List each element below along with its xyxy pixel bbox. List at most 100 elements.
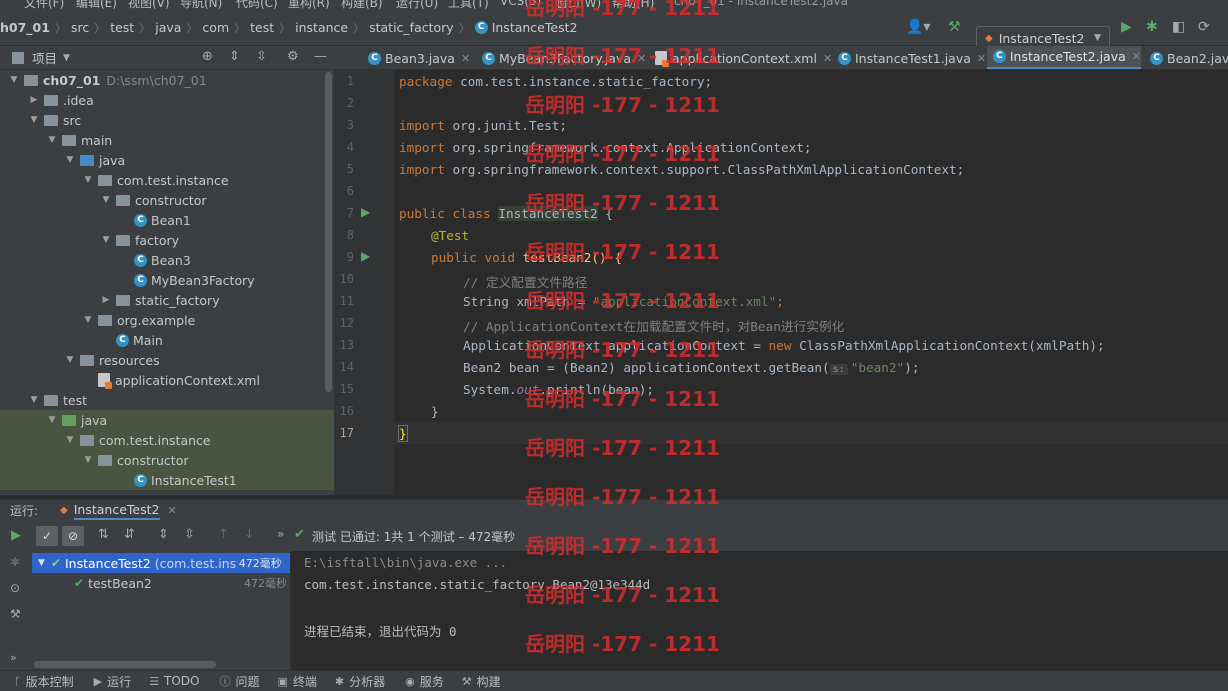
tree-item-instancetest1[interactable]: C InstanceTest1 <box>0 470 334 490</box>
menu-navigate[interactable]: 导航(N) <box>180 0 222 10</box>
menu-file[interactable]: 文件(F) <box>24 0 64 10</box>
current-line-highlight <box>394 422 1228 444</box>
breadcrumb-test-pkg[interactable]: test <box>250 20 274 35</box>
tree-item-label: resources <box>99 352 160 368</box>
code-editor[interactable]: package com.test.instance.static_factory… <box>394 70 1228 495</box>
test-duration: 472毫秒 <box>244 577 287 590</box>
tree-item-test-constructor[interactable]: ▼ constructor <box>0 450 334 470</box>
test-row-method[interactable]: ✔ testBean2 472毫秒 <box>32 573 290 593</box>
tree-item-org-example[interactable]: ▼ org.example <box>0 310 334 330</box>
breadcrumb-class[interactable]: InstanceTest2 <box>492 20 578 35</box>
menu-run[interactable]: 运行(U) <box>396 0 438 10</box>
more-icon[interactable]: » <box>277 527 284 541</box>
coverage-icon[interactable]: ◧ <box>1172 19 1185 35</box>
tab-instancetest1[interactable]: C InstanceTest1.java ✕ <box>832 46 986 69</box>
tree-item-main-class[interactable]: C Main <box>0 330 334 350</box>
folder-icon <box>12 51 24 64</box>
breadcrumb-test[interactable]: test <box>110 20 134 35</box>
close-icon[interactable]: ✕ <box>461 52 470 65</box>
rerun-icon[interactable]: ▶ <box>11 528 21 543</box>
gear-icon[interactable]: ⚙ <box>287 49 299 65</box>
tree-item-bean3[interactable]: C Bean3 <box>0 250 334 270</box>
tab-bean3[interactable]: C Bean3.java ✕ <box>362 46 470 69</box>
package-icon <box>116 234 130 246</box>
close-icon[interactable]: ✕ <box>168 504 177 517</box>
breadcrumb-java[interactable]: java <box>155 20 181 35</box>
menu-code[interactable]: 代码(C) <box>236 0 278 10</box>
close-icon[interactable]: ✕ <box>1132 50 1141 63</box>
arrow-up-icon[interactable]: ↑ <box>218 527 229 542</box>
tree-item-java[interactable]: ▼ java <box>0 150 334 170</box>
breadcrumb-project[interactable]: h07_01 <box>0 20 50 35</box>
sort-duration-icon[interactable]: ⇵ <box>124 527 135 542</box>
wrench-icon[interactable]: ⚒ <box>10 607 21 621</box>
tree-item-package[interactable]: ▼ com.test.instance <box>0 170 334 190</box>
expand-all-icon[interactable]: ⇕ <box>229 49 240 65</box>
test-row-class[interactable]: ▼ ✔ InstanceTest2 (com.test.instar 472毫秒 <box>32 553 290 573</box>
tree-item-label: java <box>81 412 108 428</box>
debug-icon[interactable]: ✱ <box>1146 19 1158 35</box>
tree-item-idea[interactable]: ▶ .idea <box>0 90 334 110</box>
tree-item-static-factory[interactable]: ▶ static_factory <box>0 290 334 310</box>
collapse-all-icon[interactable]: ⇳ <box>256 49 267 65</box>
project-panel-title[interactable]: 项目 <box>32 48 57 67</box>
tree-item-resources[interactable]: ▼ resources <box>0 350 334 370</box>
build-hammer-icon[interactable]: ⚒ <box>948 19 961 35</box>
status-vcs[interactable]: ᚴ 版本控制 <box>14 673 74 690</box>
status-terminal[interactable]: ▣ 终端 <box>277 673 316 690</box>
expand-all-icon[interactable]: ⇕ <box>158 527 169 542</box>
tree-item-constructor[interactable]: ▼ constructor <box>0 190 334 210</box>
menu-view[interactable]: 视图(V) <box>128 0 170 10</box>
profile-icon[interactable]: ⟳ <box>1198 19 1210 35</box>
chevron-down-icon[interactable]: ▼ <box>63 53 70 63</box>
tree-item-src[interactable]: ▼ src <box>0 110 334 130</box>
status-todo[interactable]: ☰ TODO <box>149 674 199 688</box>
menu-tools[interactable]: 工具(T) <box>448 0 489 10</box>
status-build[interactable]: ⚒ 构建 <box>462 673 501 690</box>
minimize-icon[interactable]: — <box>314 49 327 65</box>
tree-item-test[interactable]: ▼ test <box>0 390 334 410</box>
tree-item-mybean3factory[interactable]: C MyBean3Factory <box>0 270 334 290</box>
tree-item-project[interactable]: ▼ ch07_01 D:\ssm\ch07_01 <box>0 70 334 90</box>
status-services[interactable]: ◉ 服务 <box>405 673 444 690</box>
run-tab-instancetest2[interactable]: InstanceTest2 <box>73 502 160 520</box>
console-output[interactable]: E:\isftall\bin\java.exe ... com.test.ins… <box>290 551 1228 670</box>
breadcrumb-static-factory[interactable]: static_factory <box>369 20 454 35</box>
sort-alpha-icon[interactable]: ⇅ <box>98 527 109 542</box>
debug-icon[interactable]: ✱ <box>10 555 20 569</box>
tree-item-test-java[interactable]: ▼ java <box>0 410 334 430</box>
tree-item-main[interactable]: ▼ main <box>0 130 334 150</box>
chevron-down-icon: ▼ <box>38 558 45 568</box>
menu-edit[interactable]: 编辑(E) <box>76 0 117 10</box>
show-passed-icon[interactable]: ✓ <box>36 526 58 546</box>
tab-bean2[interactable]: C Bean2.java <box>1144 46 1228 69</box>
run-test-gutter-icon[interactable]: ▶ <box>361 205 370 219</box>
breadcrumb-instance[interactable]: instance <box>295 20 348 35</box>
run-icon[interactable]: ▶ <box>1121 19 1132 35</box>
menu-refactor[interactable]: 重构(R) <box>288 0 330 10</box>
tree-item-factory[interactable]: ▼ factory <box>0 230 334 250</box>
tree-item-bean1[interactable]: C Bean1 <box>0 210 334 230</box>
more-icon[interactable]: » <box>10 651 17 664</box>
status-profiler[interactable]: ✱ 分析器 <box>335 673 385 690</box>
arrow-down-icon[interactable]: ↓ <box>244 527 255 542</box>
tree-item-appcontext-xml[interactable]: applicationContext.xml <box>0 370 334 390</box>
menu-build[interactable]: 构建(B) <box>341 0 383 10</box>
show-ignored-icon[interactable]: ⊘ <box>62 526 84 546</box>
run-test-gutter-icon[interactable]: ▶ <box>361 249 370 263</box>
breadcrumb-src[interactable]: src <box>71 20 89 35</box>
user-icon[interactable]: 👤▾ <box>906 19 930 35</box>
collapse-all-icon[interactable]: ⇳ <box>184 527 195 542</box>
class-icon: C <box>993 50 1006 63</box>
status-run[interactable]: ▶ 运行 <box>94 673 131 690</box>
close-icon[interactable]: ✕ <box>823 52 832 65</box>
tab-instancetest2[interactable]: C InstanceTest2.java ✕ <box>987 46 1141 69</box>
breadcrumb-com[interactable]: com <box>202 20 229 35</box>
camera-icon[interactable]: ⊙ <box>10 581 20 595</box>
test-tree-scrollbar[interactable] <box>34 661 216 668</box>
tree-item-test-package[interactable]: ▼ com.test.instance <box>0 430 334 450</box>
locate-icon[interactable]: ⊕ <box>202 49 213 65</box>
status-label: 分析器 <box>349 674 386 689</box>
status-problems[interactable]: ⓘ 问题 <box>219 673 259 690</box>
close-icon[interactable]: ✕ <box>977 52 986 65</box>
